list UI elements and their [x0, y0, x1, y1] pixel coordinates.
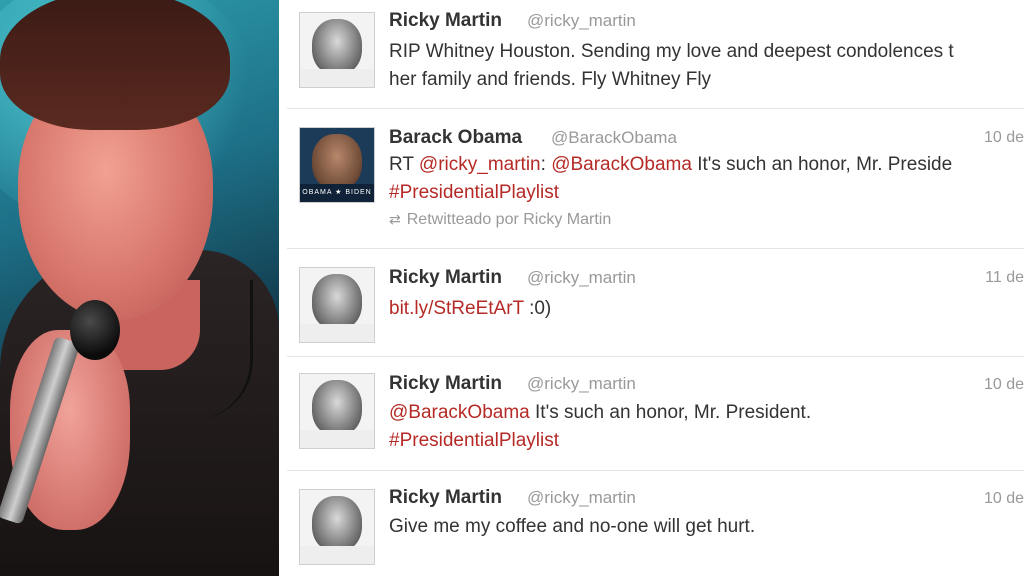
tweet-text-rest: It's such an honor, Mr. President. — [529, 402, 812, 423]
tweet-date[interactable]: 11 de — [985, 269, 1024, 287]
tweet-text-rest: :0) — [523, 298, 552, 319]
author-handle[interactable]: @BarackObama — [551, 128, 677, 148]
avatar[interactable]: OBAMA ★ BIDEN — [299, 127, 375, 203]
author-handle[interactable]: @ricky_martin — [527, 488, 636, 508]
tweet-text-rest: It's such an honor, Mr. Preside — [691, 154, 953, 175]
mention-link[interactable]: @BarackObama — [551, 154, 692, 175]
tweet-timeline: Ricky Martin @ricky_martin RIP Whitney H… — [279, 0, 1024, 576]
hashtag-link[interactable]: #PresidentialPlaylist — [389, 182, 559, 203]
tweet-text-line: her family and friends. Fly Whitney Fly — [389, 69, 712, 90]
tweet-item[interactable]: OBAMA ★ BIDEN Barack Obama @BarackObama … — [287, 108, 1024, 249]
avatar[interactable] — [299, 489, 375, 565]
microphone — [70, 300, 120, 360]
tweet-item[interactable]: Ricky Martin @ricky_martin 11 de bit.ly/… — [287, 248, 1024, 357]
tweet-text: RIP Whitney Houston. Sending my love and… — [389, 38, 1024, 94]
author-name[interactable]: Ricky Martin — [389, 487, 502, 509]
tweet-item[interactable]: Ricky Martin @ricky_martin RIP Whitney H… — [287, 0, 1024, 108]
ricky-martin-photo — [0, 0, 279, 576]
retweeted-by-label: Retwitteado por Ricky Martin — [406, 211, 612, 228]
avatar[interactable] — [299, 12, 375, 88]
tweet-date[interactable]: 10 de — [984, 376, 1024, 394]
tweet-date[interactable]: 10 de — [984, 490, 1024, 508]
tweet-text: bit.ly/StReEtArT :0) — [389, 295, 1024, 323]
mention-link[interactable]: @BarackObama — [389, 402, 530, 423]
author-handle[interactable]: @ricky_martin — [527, 11, 636, 31]
author-name[interactable]: Ricky Martin — [389, 373, 502, 395]
tweet-item[interactable]: Ricky Martin @ricky_martin 10 de @Barack… — [287, 356, 1024, 471]
author-handle[interactable]: @ricky_martin — [527, 374, 636, 394]
author-name[interactable]: Barack Obama — [389, 127, 522, 149]
avatar[interactable] — [299, 373, 375, 449]
mention-link[interactable]: @ricky_martin — [419, 154, 541, 175]
author-name[interactable]: Ricky Martin — [389, 10, 502, 32]
tweet-text-line: RIP Whitney Houston. Sending my love and… — [389, 41, 954, 62]
tweet-text: RT @ricky_martin: @BarackObama It's such… — [389, 151, 1024, 207]
avatar-tag: OBAMA ★ BIDEN — [302, 189, 372, 196]
colon: : — [540, 154, 552, 175]
url-link[interactable]: bit.ly/StReEtArT — [389, 298, 524, 319]
tweet-date[interactable]: 10 de — [984, 129, 1024, 147]
rt-prefix: RT — [389, 154, 419, 175]
avatar[interactable] — [299, 267, 375, 343]
tweet-item[interactable]: Ricky Martin @ricky_martin 10 de Give me… — [287, 470, 1024, 576]
author-name[interactable]: Ricky Martin — [389, 267, 502, 289]
author-handle[interactable]: @ricky_martin — [527, 268, 636, 288]
tweet-text: @BarackObama It's such an honor, Mr. Pre… — [389, 399, 1024, 455]
hashtag-link[interactable]: #PresidentialPlaylist — [389, 430, 559, 451]
retweeted-by: ⇄ Retwitteado por Ricky Martin — [389, 211, 611, 229]
tweet-text: Give me my coffee and no-one will get hu… — [389, 516, 756, 537]
retweet-icon: ⇄ — [389, 211, 401, 227]
